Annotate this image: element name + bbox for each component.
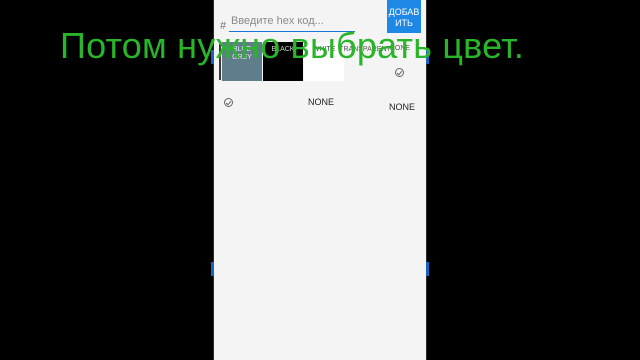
- video-frame: # ДОБАВИТЬ BLUE GREY BLACK WHITE TRANSPA…: [0, 0, 640, 360]
- check-circle-icon[interactable]: [395, 68, 404, 77]
- selected-color-value: NONE: [308, 97, 335, 107]
- check-circle-icon[interactable]: [224, 98, 233, 107]
- phone-edge-accent: [426, 262, 429, 276]
- none-option[interactable]: NONE: [389, 102, 415, 112]
- video-caption: Потом нужно выбрать цвет.: [60, 25, 525, 66]
- phone-edge-accent: [211, 262, 214, 276]
